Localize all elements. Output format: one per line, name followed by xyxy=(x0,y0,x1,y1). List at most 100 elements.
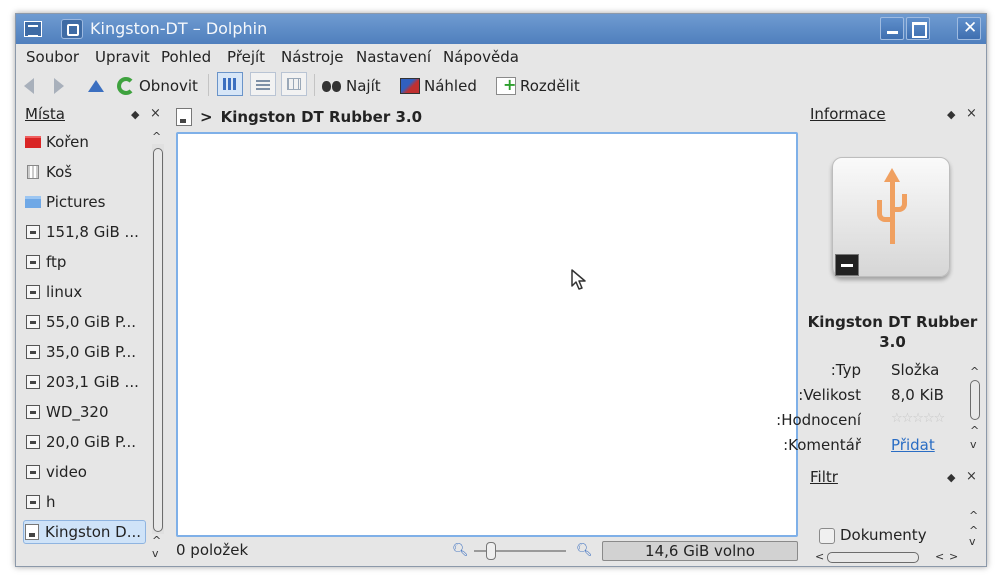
place-label: 203,1 GiB ... xyxy=(46,373,139,391)
info-scrollbar[interactable] xyxy=(969,380,981,420)
places-close-button[interactable]: × xyxy=(150,106,161,121)
places-float-button[interactable]: ◆ xyxy=(131,108,139,121)
place-label: Koš xyxy=(46,163,73,181)
forward-button[interactable] xyxy=(54,75,64,97)
icons-view-icon xyxy=(217,72,243,96)
info-row-type: Typ: Složka xyxy=(805,361,965,383)
places-scrollbar[interactable] xyxy=(152,144,164,534)
split-button[interactable]: Rozdělit xyxy=(496,75,580,97)
scroll-left-icon[interactable]: < xyxy=(815,550,824,563)
refresh-button[interactable]: Obnovit xyxy=(117,75,198,97)
info-float-button[interactable]: ◆ xyxy=(947,108,955,121)
scroll-left-icon[interactable]: < xyxy=(935,550,944,563)
minimize-button[interactable] xyxy=(880,17,904,40)
icons-view-button[interactable] xyxy=(217,72,243,96)
filter-close-button[interactable]: × xyxy=(966,469,977,484)
place-h[interactable]: h xyxy=(25,490,56,514)
main-toolbar: Obnovit Najít Náhled Rozdělit xyxy=(16,71,986,100)
find-button[interactable]: Najít xyxy=(322,75,381,97)
info-item-name: Kingston DT Rubber 3.0 xyxy=(807,313,978,351)
scroll-right-icon[interactable]: > xyxy=(949,550,958,563)
scroll-up-icon[interactable]: ^ xyxy=(152,130,161,143)
place-kingston[interactable]: Kingston D... xyxy=(23,520,147,544)
place-pictures[interactable]: Pictures xyxy=(25,190,105,214)
info-key: Velikost: xyxy=(798,386,861,404)
breadcrumb-current[interactable]: Kingston DT Rubber 3.0 xyxy=(221,108,422,126)
zoom-out-icon[interactable]: 🔍︎ xyxy=(452,543,469,558)
info-scroll-thumb[interactable] xyxy=(970,380,980,420)
scroll-up-icon[interactable]: ^ xyxy=(970,424,979,437)
free-space-bar[interactable]: 14,6 GiB volno xyxy=(602,541,798,561)
menu-nastroje[interactable]: Nástroje xyxy=(281,48,344,66)
title-bar[interactable]: Kingston-DT – Dolphin ✕ xyxy=(16,14,986,44)
drive-icon xyxy=(26,405,40,419)
preview-icon xyxy=(400,78,420,94)
up-arrow-icon xyxy=(88,80,104,92)
place-label: Kingston D... xyxy=(45,523,142,541)
scroll-up-icon[interactable]: ^ xyxy=(970,365,979,378)
place-ftp[interactable]: ftp xyxy=(25,250,66,274)
scroll-down-icon[interactable]: v xyxy=(970,438,977,451)
back-button[interactable] xyxy=(24,75,34,97)
info-row-comment: Komentář: Přidat xyxy=(783,436,965,458)
place-drive-35[interactable]: 35,0 GiB P... xyxy=(25,340,136,364)
menu-nastaveni[interactable]: Nastavení xyxy=(356,48,431,66)
drive-icon xyxy=(26,225,40,239)
place-label: ftp xyxy=(46,253,67,271)
breadcrumb-separator[interactable]: > xyxy=(200,108,213,126)
file-view[interactable] xyxy=(176,132,798,537)
place-drive-151[interactable]: 151,8 GiB ... xyxy=(25,220,139,244)
rating-stars[interactable]: ☆☆☆☆☆ xyxy=(891,411,945,426)
place-koren[interactable]: Kořen xyxy=(25,130,89,154)
menu-upravit[interactable]: Upravit xyxy=(95,48,150,66)
drive-icon xyxy=(26,315,40,329)
preview-button[interactable]: Náhled xyxy=(400,75,477,97)
columns-view-button[interactable] xyxy=(281,72,307,96)
dolphin-app-icon[interactable] xyxy=(61,19,83,39)
details-view-button[interactable] xyxy=(250,72,276,96)
filter-title: Filtr xyxy=(810,468,838,486)
place-kos[interactable]: Koš xyxy=(25,160,72,184)
menu-soubor[interactable]: Soubor xyxy=(26,48,79,66)
scroll-down-icon[interactable]: v xyxy=(152,547,159,560)
filter-float-button[interactable]: ◆ xyxy=(947,471,955,484)
place-wd320[interactable]: WD_320 xyxy=(25,400,109,424)
split-label: Rozdělit xyxy=(520,77,580,95)
filter-horizontal-scrollbar[interactable]: < < > xyxy=(815,550,965,564)
zoom-in-icon[interactable]: 🔍︎ xyxy=(576,543,593,558)
up-button[interactable] xyxy=(88,75,104,97)
dolphin-window: Kingston-DT – Dolphin ✕ Soubor Upravit P… xyxy=(15,13,987,567)
filter-panel: Filtr ◆ × Dokumenty ^ ^ v < < > xyxy=(805,466,985,564)
menu-napoveda[interactable]: Nápověda xyxy=(443,48,519,66)
toolbar-separator xyxy=(208,74,209,96)
documents-checkbox[interactable] xyxy=(819,528,835,544)
window-menu-icon[interactable] xyxy=(24,21,42,37)
places-scroll-thumb[interactable] xyxy=(153,148,163,532)
place-drive-55[interactable]: 55,0 GiB P... xyxy=(25,310,136,334)
scroll-down-icon[interactable]: v xyxy=(969,535,976,548)
place-label: Kořen xyxy=(46,133,89,151)
usb-drive-icon[interactable] xyxy=(176,108,192,126)
trash-icon xyxy=(27,165,39,179)
breadcrumb[interactable]: > Kingston DT Rubber 3.0 xyxy=(176,106,422,128)
place-drive-20[interactable]: 20,0 GiB P... xyxy=(25,430,136,454)
menu-prejit[interactable]: Přejít xyxy=(227,48,265,66)
close-button[interactable]: ✕ xyxy=(957,17,981,40)
drive-icon xyxy=(26,435,40,449)
red-folder-icon xyxy=(25,136,41,148)
place-linux[interactable]: linux xyxy=(25,280,82,304)
drive-icon xyxy=(26,255,40,269)
toolbar-separator xyxy=(314,74,315,96)
add-comment-link[interactable]: Přidat xyxy=(891,436,935,454)
filter-scroll-thumb[interactable] xyxy=(827,552,919,563)
place-video[interactable]: video xyxy=(25,460,87,484)
zoom-slider-handle[interactable] xyxy=(486,542,496,560)
menu-pohled[interactable]: Pohled xyxy=(161,48,211,66)
info-key: Hodnocení: xyxy=(776,411,861,429)
info-close-button[interactable]: × xyxy=(966,106,977,121)
place-drive-203[interactable]: 203,1 GiB ... xyxy=(25,370,139,394)
scroll-up-icon[interactable]: ^ xyxy=(969,509,978,522)
maximize-button[interactable] xyxy=(906,17,930,40)
refresh-label: Obnovit xyxy=(139,77,198,95)
scroll-up-icon[interactable]: ^ xyxy=(152,534,161,547)
